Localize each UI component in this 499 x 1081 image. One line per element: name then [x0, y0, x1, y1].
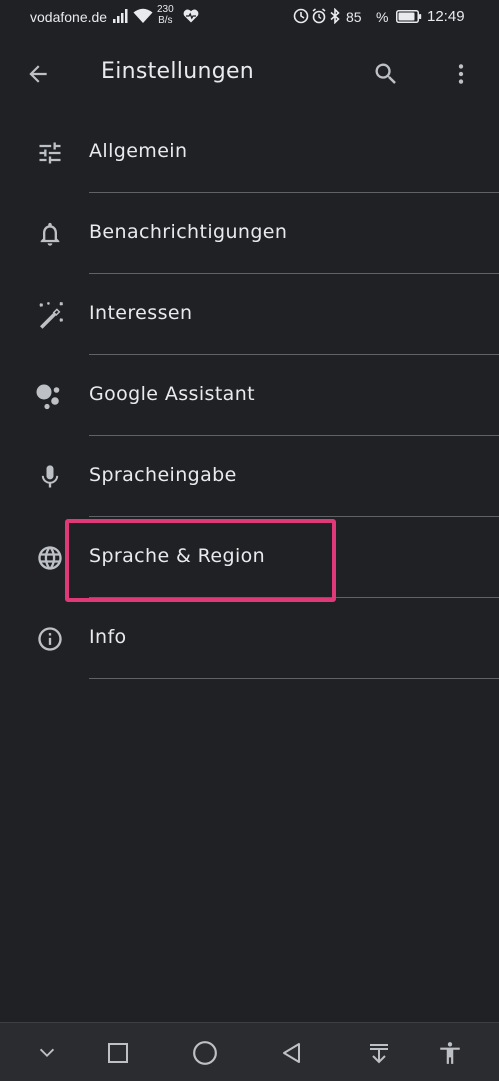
magic-wand-icon [33, 298, 67, 332]
triangle-back-icon [283, 1043, 300, 1063]
settings-item-info[interactable]: Info [0, 598, 499, 679]
settings-item-interessen[interactable]: Interessen [0, 274, 499, 355]
settings-item-label: Allgemein [89, 140, 188, 162]
signal-icon [113, 9, 129, 26]
data-saver-icon [293, 8, 309, 27]
data-rate-unit: B/s [158, 15, 173, 26]
more-vert-icon [458, 64, 464, 84]
nav-accessibility-button[interactable] [436, 1039, 464, 1067]
settings-item-benachrichtigungen[interactable]: Benachrichtigungen [0, 193, 499, 274]
navigation-bar [0, 1022, 499, 1081]
bell-icon [33, 217, 67, 251]
globe-icon [33, 541, 67, 575]
wifi-icon [133, 8, 153, 27]
battery-percent-sign: % [376, 9, 389, 25]
settings-item-label: Spracheingabe [89, 464, 237, 486]
data-rate-value: 230 [157, 4, 174, 15]
assistant-icon [33, 379, 67, 413]
mic-icon [33, 460, 67, 494]
accessibility-icon [440, 1042, 460, 1064]
info-icon [33, 622, 67, 656]
settings-item-spracheingabe[interactable]: Spracheingabe [0, 436, 499, 517]
data-rate: 230 B/s [157, 4, 174, 26]
search-icon [375, 63, 396, 84]
circle-home-icon [193, 1041, 217, 1065]
settings-item-google-assistant[interactable]: Google Assistant [0, 355, 499, 436]
arrow-back-icon [29, 65, 47, 83]
chevron-down-icon [39, 1048, 55, 1058]
settings-item-label: Benachrichtigungen [89, 221, 288, 243]
nav-back-button[interactable] [278, 1039, 306, 1067]
highlight-box [65, 519, 336, 602]
bluetooth-icon [329, 7, 341, 27]
settings-item-allgemein[interactable]: Allgemein [0, 112, 499, 193]
page-title: Einstellungen [101, 59, 255, 84]
carrier-name: vodafone.de [30, 9, 108, 25]
battery-icon [396, 10, 422, 26]
clock: 12:49 [427, 8, 465, 25]
tune-icon [33, 136, 67, 170]
notification-pull-icon [370, 1044, 388, 1064]
nav-notifications-button[interactable] [365, 1039, 393, 1067]
nav-collapse-button[interactable] [33, 1039, 61, 1067]
settings-item-label: Interessen [89, 302, 193, 324]
alarm-icon [311, 8, 327, 27]
back-button[interactable] [20, 56, 56, 92]
divider [89, 678, 499, 679]
app-bar: Einstellungen [0, 34, 499, 114]
health-icon [183, 9, 199, 26]
status-icons [293, 7, 341, 27]
status-bar: vodafone.de 230 B/s 85 % 12:49 [0, 0, 499, 34]
settings-item-label: Info [89, 626, 127, 648]
nav-recents-button[interactable] [104, 1039, 132, 1067]
square-icon [108, 1043, 128, 1063]
more-options-button[interactable] [443, 56, 479, 92]
nav-home-button[interactable] [191, 1039, 219, 1067]
search-button[interactable] [368, 56, 404, 92]
settings-item-label: Google Assistant [89, 383, 255, 405]
battery-percent: 85 [346, 9, 362, 25]
